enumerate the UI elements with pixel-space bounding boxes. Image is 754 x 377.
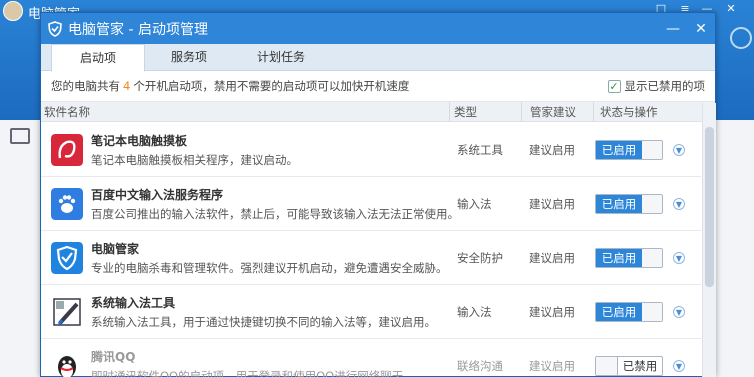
table-row[interactable]: 百度中文输入法服务程序 百度公司推出的输入法软件，禁止后，可能导致该输入法无法正…: [41, 177, 701, 231]
toggle-state-label: 已启用: [596, 140, 642, 159]
row-advice: 建议启用: [529, 142, 575, 157]
row-type: 输入法: [457, 304, 492, 319]
startup-count: 4: [123, 79, 131, 93]
enable-toggle[interactable]: 已启用: [595, 193, 663, 214]
row-type: 系统工具: [457, 142, 503, 157]
row-title: 百度中文输入法服务程序: [91, 187, 224, 202]
dialog-title: 电脑管家 - 启动项管理: [68, 21, 208, 38]
row-description: 专业的电脑杀毒和管理软件。强烈建议开机启动，避免遭遇安全威胁。: [91, 260, 448, 275]
chevron-down-icon[interactable]: ▼: [673, 251, 685, 264]
tab-startup[interactable]: 启动项: [51, 44, 145, 72]
tab-services[interactable]: 服务项: [145, 44, 233, 70]
row-description: 百度公司推出的输入法软件，禁止后，可能导致该输入法无法正常使用。: [91, 206, 459, 221]
row-advice: 建议启用: [529, 358, 575, 373]
info-prefix: 您的电脑共有: [51, 79, 120, 93]
table-row[interactable]: 笔记本电脑触摸板 笔记本电脑触摸板相关程序，建议启动。 系统工具 建议启用 已启…: [41, 123, 701, 177]
refresh-icon[interactable]: [730, 27, 752, 49]
row-title: 电脑管家: [91, 241, 140, 256]
touchpad-app-icon: [51, 133, 83, 166]
column-status: 状态与操作: [593, 101, 701, 122]
row-title: 系统输入法工具: [91, 295, 176, 310]
show-disabled-toggle[interactable]: ✓ 显示已禁用的项: [607, 78, 706, 94]
pcmgr-logo-icon: [48, 20, 62, 37]
monitor-icon: [10, 128, 30, 144]
table-row[interactable]: 腾讯QQ 即时通讯软件QQ的启动项，用于登录和使用QQ进行网络聊天。 联络沟通 …: [41, 339, 701, 377]
row-description: 系统输入法工具，用于通过快捷键切换不同的输入法等，建议启用。: [91, 314, 436, 329]
toggle-state-label: 已禁用: [622, 358, 658, 373]
scrollbar-thumb[interactable]: [705, 127, 714, 287]
row-description: 即时通讯软件QQ的启动项，用于登录和使用QQ进行网络聊天。: [91, 368, 415, 377]
row-title: 腾讯QQ: [91, 349, 136, 364]
column-type: 类型: [449, 101, 521, 122]
enable-toggle[interactable]: 已启用: [595, 247, 663, 268]
chevron-down-icon[interactable]: ▼: [673, 359, 685, 372]
startup-list: 笔记本电脑触摸板 笔记本电脑触摸板相关程序，建议启动。 系统工具 建议启用 已启…: [41, 123, 701, 377]
enable-toggle[interactable]: 已启用: [595, 139, 663, 160]
column-advice: 管家建议: [521, 101, 593, 122]
list-scrollbar[interactable]: [702, 103, 716, 377]
toggle-state-label: 已启用: [596, 302, 642, 321]
close-icon[interactable]: ✕: [724, 2, 738, 16]
avatar[interactable]: [3, 1, 23, 21]
tab-scheduled-tasks[interactable]: 计划任务: [233, 44, 329, 70]
row-advice: 建议启用: [529, 304, 575, 319]
toggle-state-label: 已启用: [596, 248, 642, 267]
enable-toggle[interactable]: 已启用: [595, 301, 663, 322]
row-advice: 建议启用: [529, 196, 575, 211]
table-row[interactable]: 系统输入法工具 系统输入法工具，用于通过快捷键切换不同的输入法等，建议启用。 输…: [41, 285, 701, 339]
row-type: 联络沟通: [457, 358, 503, 373]
enable-toggle[interactable]: 已禁用: [595, 355, 663, 376]
tab-bar: 启动项 服务项 计划任务: [41, 44, 715, 72]
table-header: 软件名称 类型 管家建议 状态与操作: [41, 101, 715, 122]
show-disabled-checkbox[interactable]: ✓: [607, 79, 621, 93]
row-advice: 建议启用: [529, 250, 575, 265]
chevron-down-icon[interactable]: ▼: [673, 143, 685, 156]
info-bar: 您的电脑共有 4 个开机启动项，禁用不需要的启动项可以加快开机速度 ✓ 显示已禁…: [41, 71, 715, 102]
baidu-input-icon: [51, 187, 83, 220]
row-type: 输入法: [457, 196, 492, 211]
info-suffix: 个开机启动项，禁用不需要的启动项可以加快开机速度: [133, 79, 410, 93]
dialog-minimize-icon[interactable]: —: [659, 18, 687, 40]
dialog-close-icon[interactable]: ✕: [687, 18, 715, 40]
chevron-down-icon[interactable]: ▼: [673, 305, 685, 318]
row-title: 笔记本电脑触摸板: [91, 133, 188, 148]
startup-manager-dialog: 电脑管家 - 启动项管理 — ✕ 启动项 服务项 计划任务 您的电脑共有 4 个…: [40, 12, 716, 377]
show-disabled-label: 显示已禁用的项: [624, 79, 706, 93]
qq-penguin-icon: [58, 355, 76, 377]
chevron-down-icon[interactable]: ▼: [673, 197, 685, 210]
table-row[interactable]: 电脑管家 专业的电脑杀毒和管理软件。强烈建议开机启动，避免遭遇安全威胁。 安全防…: [41, 231, 701, 285]
dialog-titlebar[interactable]: 电脑管家 - 启动项管理 — ✕: [41, 13, 715, 44]
column-name: 软件名称: [44, 104, 90, 119]
row-description: 笔记本电脑触摸板相关程序，建议启动。: [91, 152, 298, 167]
toggle-state-label: 已启用: [596, 194, 642, 213]
pcmgr-shield-icon: [51, 241, 83, 274]
row-type: 安全防护: [457, 250, 503, 265]
input-tool-icon: [53, 297, 81, 326]
